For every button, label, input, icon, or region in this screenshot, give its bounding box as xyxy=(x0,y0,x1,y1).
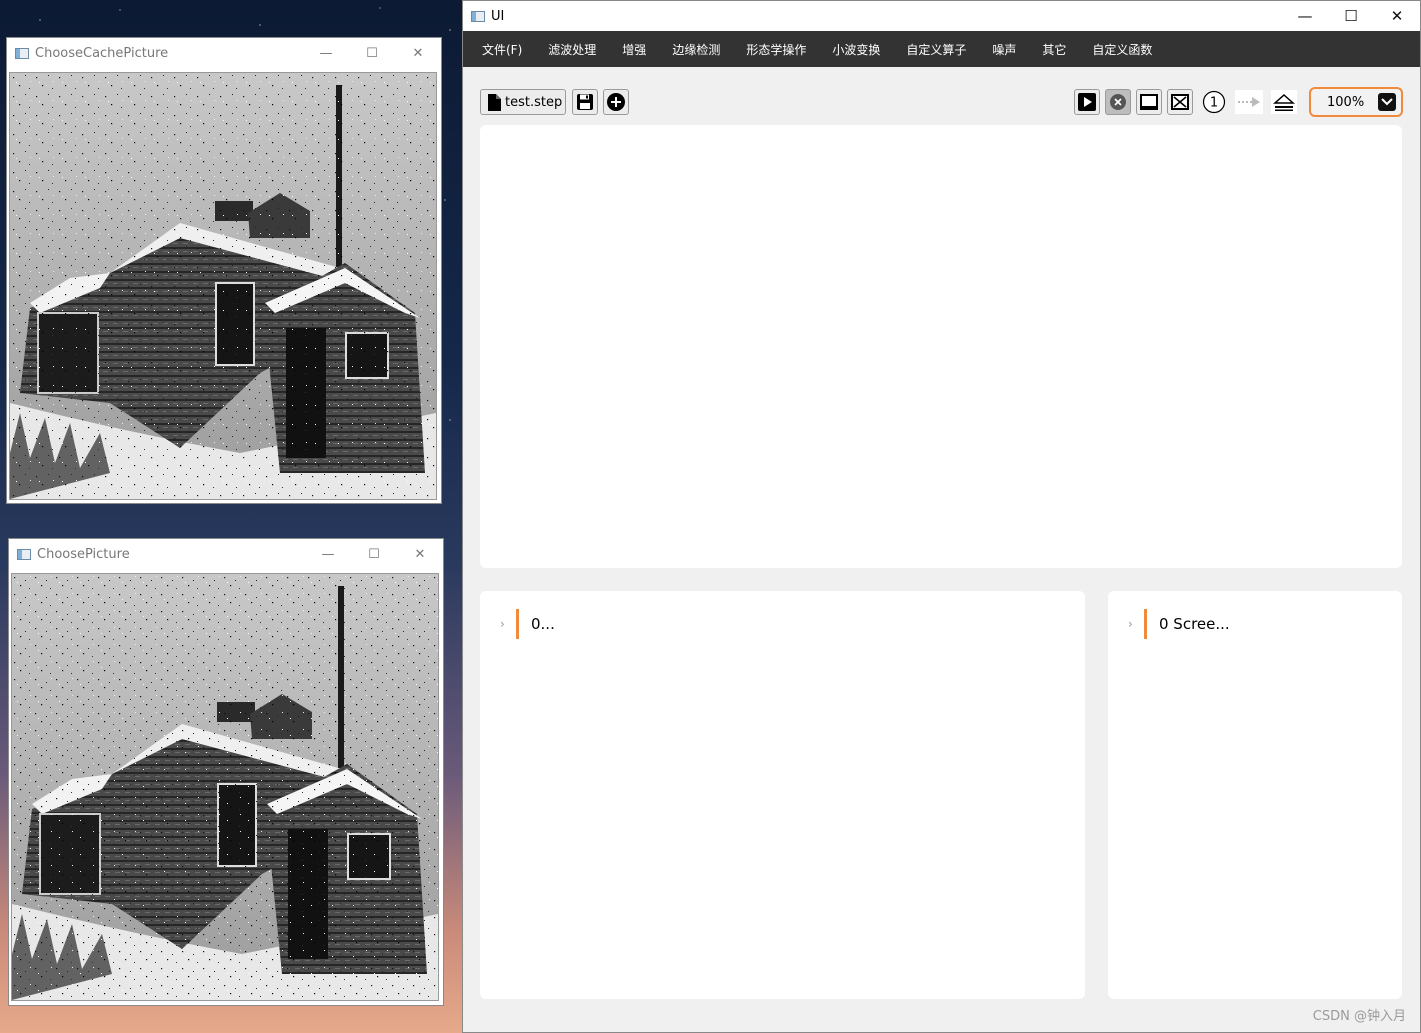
watermark-text: CSDN @钟入月 xyxy=(1312,1009,1406,1024)
window-title: UI xyxy=(491,8,505,24)
clear-screen-button[interactable] xyxy=(1167,89,1193,115)
canvas-panel[interactable] xyxy=(480,125,1402,568)
add-icon xyxy=(607,93,625,111)
title-bar: UI — ☐ ✕ xyxy=(463,1,1420,31)
maximize-button[interactable]: ☐ xyxy=(351,539,397,569)
menu-file[interactable]: 文件(F) xyxy=(469,31,535,67)
window-title: ChooseCachePicture xyxy=(35,45,169,61)
cache-picture-image xyxy=(9,72,437,500)
toolbar: test.step 1 100% xyxy=(480,87,1403,119)
title-bar: ChooseCachePicture — ☐ ✕ xyxy=(7,38,441,68)
choose-cache-picture-window: ChooseCachePicture — ☐ ✕ xyxy=(6,37,442,504)
chevron-down-icon xyxy=(1381,98,1393,106)
zoom-dropdown-button[interactable] xyxy=(1378,93,1396,111)
menu-noise[interactable]: 噪声 xyxy=(979,31,1029,67)
minimize-button[interactable]: — xyxy=(1282,1,1328,31)
maximize-button[interactable]: ☐ xyxy=(349,38,395,68)
left-section-header[interactable]: › 0... xyxy=(500,609,555,639)
house-photo-graphic xyxy=(12,574,438,1000)
menu-morphology[interactable]: 形态学操作 xyxy=(733,31,819,67)
app-icon xyxy=(471,10,485,22)
menu-custom-operator[interactable]: 自定义算子 xyxy=(893,31,979,67)
file-button[interactable]: test.step xyxy=(480,89,566,115)
right-section-header[interactable]: › 0 Scree... xyxy=(1128,609,1230,639)
arrow-right-icon xyxy=(1238,97,1260,107)
accent-bar xyxy=(516,609,519,639)
right-list-panel: › 0 Scree... xyxy=(1108,591,1402,999)
step-one-icon: 1 xyxy=(1202,90,1226,114)
close-button[interactable]: ✕ xyxy=(395,38,441,68)
title-bar: ChoosePicture — ☐ ✕ xyxy=(9,539,443,569)
stop-button[interactable] xyxy=(1105,89,1131,115)
chevron-right-icon: › xyxy=(500,617,505,631)
app-icon xyxy=(15,47,29,59)
menu-edge-detection[interactable]: 边缘检测 xyxy=(659,31,733,67)
maximize-button[interactable]: ☐ xyxy=(1328,1,1374,31)
clear-screen-icon xyxy=(1171,94,1189,110)
save-icon xyxy=(577,94,593,110)
left-section-label: 0... xyxy=(531,615,555,633)
window-title: ChoosePicture xyxy=(37,546,130,562)
svg-text:1: 1 xyxy=(1210,96,1218,111)
right-section-label: 0 Scree... xyxy=(1159,615,1230,633)
menu-custom-function[interactable]: 自定义函数 xyxy=(1079,31,1165,67)
document-icon xyxy=(488,93,501,111)
run-button[interactable] xyxy=(1074,89,1100,115)
eject-button[interactable] xyxy=(1271,90,1297,114)
step-one-button[interactable]: 1 xyxy=(1202,90,1226,114)
add-button[interactable] xyxy=(603,89,629,115)
accent-bar xyxy=(1144,609,1147,639)
save-button[interactable] xyxy=(572,89,598,115)
screen-button[interactable] xyxy=(1136,89,1162,115)
close-button[interactable]: ✕ xyxy=(1374,1,1420,31)
house-photo-graphic xyxy=(10,73,436,499)
zoom-value: 100% xyxy=(1327,94,1365,110)
minimize-button[interactable]: — xyxy=(305,539,351,569)
menu-other[interactable]: 其它 xyxy=(1029,31,1079,67)
picture-image xyxy=(11,573,439,1001)
main-ui-window: UI — ☐ ✕ 文件(F) 滤波处理 增强 边缘检测 形态学操作 小波变换 自… xyxy=(462,0,1421,1033)
zoom-select[interactable]: 100% xyxy=(1309,87,1403,117)
play-icon xyxy=(1078,93,1096,111)
menu-filter[interactable]: 滤波处理 xyxy=(535,31,609,67)
menu-bar: 文件(F) 滤波处理 增强 边缘检测 形态学操作 小波变换 自定义算子 噪声 其… xyxy=(463,31,1420,67)
app-icon xyxy=(17,548,31,560)
left-list-panel: › 0... xyxy=(480,591,1085,999)
minimize-button[interactable]: — xyxy=(303,38,349,68)
stop-icon xyxy=(1110,94,1126,110)
close-button[interactable]: ✕ xyxy=(397,539,443,569)
screen-icon xyxy=(1140,94,1158,110)
chevron-right-icon: › xyxy=(1128,617,1133,631)
file-name-label: test.step xyxy=(505,94,563,110)
next-step-button[interactable] xyxy=(1235,90,1263,114)
menu-enhance[interactable]: 增强 xyxy=(609,31,659,67)
choose-picture-window: ChoosePicture — ☐ ✕ xyxy=(8,538,444,1006)
menu-wavelet[interactable]: 小波变换 xyxy=(819,31,893,67)
eject-icon xyxy=(1273,93,1295,111)
